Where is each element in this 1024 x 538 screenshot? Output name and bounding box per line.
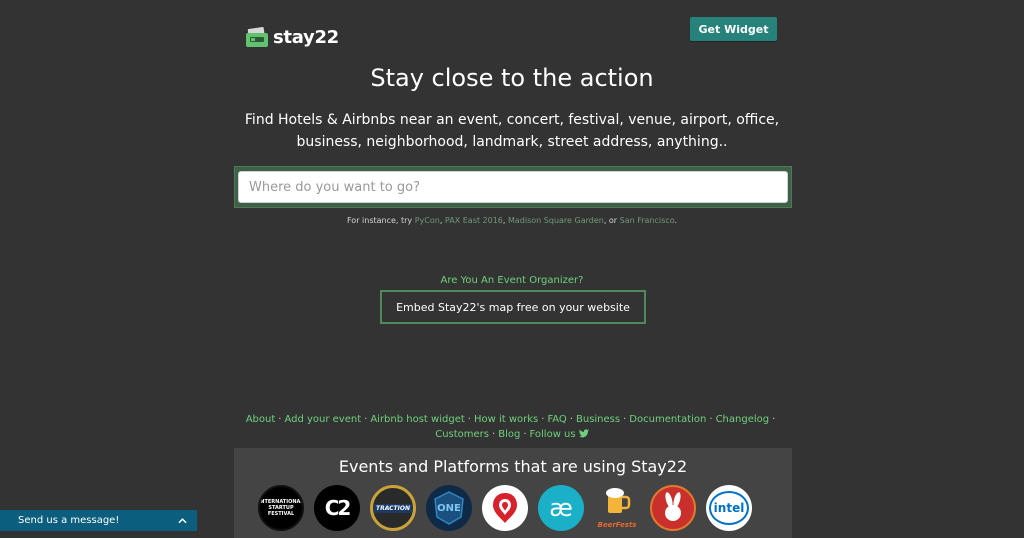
search-examples: For instance, try PyCon, PAX East 2016 , … (0, 216, 1024, 225)
footer-link-changelog[interactable]: Changelog (716, 414, 770, 425)
esl-one-logo[interactable]: ONE (426, 485, 472, 531)
startup-festival-logo-text: INTERNATIONAL STARTUP FESTIVAL (258, 499, 304, 517)
rabbit-icon (665, 492, 681, 521)
startup-festival-logo[interactable]: INTERNATIONAL STARTUP FESTIVAL (258, 485, 304, 531)
intel-logo[interactable]: intel (706, 485, 752, 531)
examples-sep: , (502, 216, 506, 225)
traction-logo[interactable]: TRACTION (370, 485, 416, 531)
footer-separator: · (364, 414, 368, 425)
footer-separator: · (569, 414, 573, 425)
partner-logos: INTERNATIONAL STARTUP FESTIVAL C2 TRACTI… (258, 485, 768, 531)
footer-separator: · (278, 414, 282, 425)
event-organizer-link[interactable]: Are You An Event Organizer? (0, 275, 1024, 286)
events-title: Events and Platforms that are using Stay… (338, 457, 688, 476)
intel-logo-text: intel (713, 501, 745, 515)
rabbit-logo[interactable] (650, 485, 696, 531)
page-subtitle: Find Hotels & Airbnbs near an event, con… (244, 112, 780, 150)
footer-nav: About · Add your event · Airbnb host widget ·… (240, 412, 784, 442)
chat-widget-button[interactable]: Send us a message! (0, 510, 197, 531)
footer-link-add-event[interactable]: Add your event (284, 414, 361, 425)
footer-separator: · (772, 414, 776, 425)
footer-separator: · (523, 429, 527, 440)
footer-separator: · (709, 414, 713, 425)
search-input[interactable] (238, 171, 788, 203)
c2-logo-text: C2 (324, 496, 352, 520)
get-widget-button[interactable]: Get Widget (690, 17, 777, 41)
footer-link-airbnb-widget[interactable]: Airbnb host widget (370, 414, 464, 425)
footer-link-customers[interactable]: Customers (435, 429, 489, 440)
page-title: Stay close to the action (370, 64, 654, 92)
examples-prefix: For instance, try (346, 216, 413, 225)
red-pin-icon (493, 493, 517, 523)
c2-logo[interactable]: C2 (314, 485, 360, 531)
search-box (234, 166, 792, 208)
chevron-up-icon (178, 517, 187, 523)
footer-link-follow-us[interactable]: Follow us (530, 429, 576, 440)
footer-link-faq[interactable]: FAQ (547, 414, 566, 425)
logo-text: stay22 (273, 26, 339, 48)
beer-mug-icon (606, 488, 631, 513)
example-link-sf[interactable]: San Francisco (620, 216, 675, 225)
examples-sep: , or (603, 216, 618, 225)
brand-logo[interactable]: stay22 (245, 24, 339, 50)
chat-label: Send us a message! (18, 515, 120, 526)
footer-separator: · (541, 414, 545, 425)
beerfests-logo[interactable]: BeerFests (594, 485, 640, 531)
stay22-logo-icon (246, 27, 268, 47)
footer-link-about[interactable]: About (246, 414, 276, 425)
traction-logo-text: TRACTION (373, 503, 413, 513)
ae-logo-text: æ (549, 494, 573, 522)
example-link-pycon[interactable]: PyCon (415, 216, 440, 225)
footer-separator: · (467, 414, 471, 425)
footer-link-business[interactable]: Business (576, 414, 620, 425)
embed-map-button[interactable]: Embed Stay22's map free on your website (380, 290, 646, 324)
red-pin-logo[interactable] (482, 485, 528, 531)
ae-logo[interactable]: æ (538, 485, 584, 531)
examples-suffix: . (674, 216, 678, 225)
footer-link-blog[interactable]: Blog (498, 429, 520, 440)
footer-link-how-it-works[interactable]: How it works (474, 414, 538, 425)
beerfests-logo-text: BeerFests (597, 521, 637, 529)
events-panel: Events and Platforms that are using Stay… (234, 448, 792, 538)
footer-separator: · (623, 414, 627, 425)
examples-sep: , (439, 216, 443, 225)
footer-separator: · (492, 429, 496, 440)
twitter-icon[interactable] (578, 429, 589, 438)
footer-link-documentation[interactable]: Documentation (629, 414, 706, 425)
esl-one-logo-text: ONE (437, 502, 461, 514)
example-link-pax-east[interactable]: PAX East 2016 (445, 216, 503, 225)
example-link-msg[interactable]: Madison Square Garden (508, 216, 604, 225)
